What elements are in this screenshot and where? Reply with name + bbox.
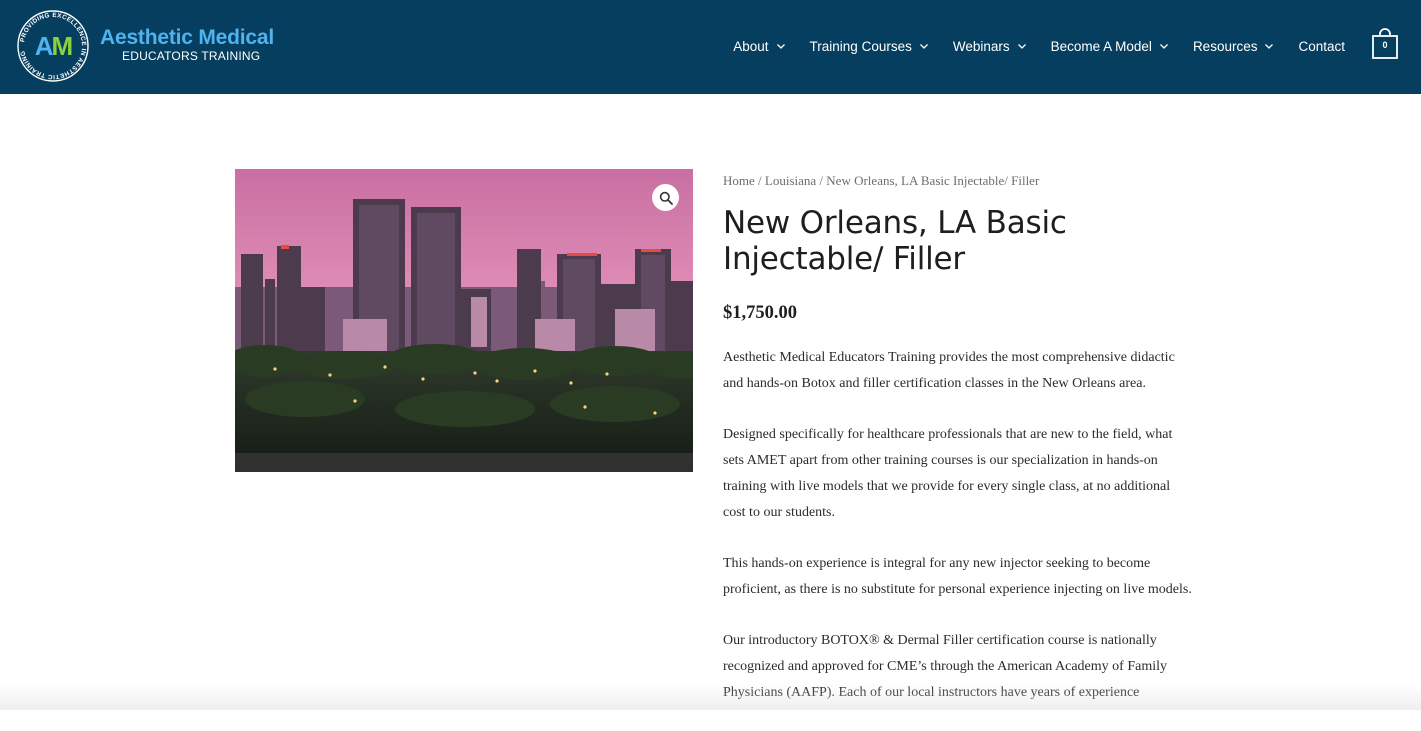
logo-subtitle: EDUCATORS TRAINING: [122, 49, 261, 63]
site-header: PROVIDING EXCELLENCE IN AESTHETIC TRAINI…: [0, 0, 1421, 94]
cart-count-badge: 0: [1382, 40, 1388, 50]
nav-item-label: Webinars: [952, 38, 1010, 54]
nav-item-label: Contact: [1298, 38, 1345, 54]
product-image[interactable]: [235, 169, 693, 472]
breadcrumb-separator: /: [816, 173, 827, 188]
breadcrumb-separator: /: [754, 173, 765, 188]
nav-item-label: Resources: [1192, 38, 1258, 54]
chevron-down-icon: [919, 44, 928, 49]
site-logo[interactable]: PROVIDING EXCELLENCE IN AESTHETIC TRAINI…: [16, 9, 296, 85]
logo-title: Aesthetic Medical: [100, 26, 274, 49]
nav-item-training-courses[interactable]: Training Courses: [810, 39, 929, 54]
breadcrumb-home-link[interactable]: Home: [723, 173, 755, 188]
product-title: New Orleans, LA Basic Injectable/ Filler: [723, 205, 1067, 277]
nav-item-resources[interactable]: Resources: [1193, 39, 1275, 54]
main-navigation: About Training Courses Webinars Become A…: [733, 37, 1345, 55]
city-skyline-image: [235, 169, 693, 472]
svg-text:AM: AM: [35, 31, 72, 61]
breadcrumb-category-link[interactable]: Louisiana: [765, 173, 816, 188]
zoom-image-button[interactable]: [652, 184, 679, 211]
logo-badge-icon: PROVIDING EXCELLENCE IN AESTHETIC TRAINI…: [17, 10, 89, 82]
description-paragraph: Aesthetic Medical Educators Training pro…: [723, 350, 1175, 391]
description-paragraph: This hands-on experience is integral for…: [723, 556, 1192, 597]
description-paragraph: Our introductory BOTOX® & Dermal Filler …: [723, 633, 1167, 700]
nav-item-webinars[interactable]: Webinars: [953, 39, 1027, 54]
bottom-shadow: [0, 684, 1421, 710]
cart-button[interactable]: 0: [1371, 27, 1399, 61]
nav-item-contact[interactable]: Contact: [1298, 39, 1345, 54]
breadcrumb: Home / Louisiana / New Orleans, LA Basic…: [723, 173, 1039, 189]
product-description: Aesthetic Medical Educators Training pro…: [723, 345, 1193, 731]
chevron-down-icon: [776, 44, 785, 49]
nav-item-about[interactable]: About: [733, 39, 785, 54]
chevron-down-icon: [1017, 44, 1026, 49]
breadcrumb-current: New Orleans, LA Basic Injectable/ Filler: [826, 173, 1040, 188]
magnifier-icon: [659, 191, 673, 205]
chevron-down-icon: [1159, 44, 1168, 49]
nav-item-label: Training Courses: [809, 38, 912, 54]
chevron-down-icon: [1265, 44, 1274, 49]
product-price: $1,750.00: [723, 303, 797, 323]
nav-item-label: About: [733, 38, 769, 54]
nav-item-label: Become A Model: [1050, 38, 1152, 54]
nav-item-become-a-model[interactable]: Become A Model: [1051, 39, 1169, 54]
description-paragraph: Designed specifically for healthcare pro…: [723, 427, 1173, 520]
